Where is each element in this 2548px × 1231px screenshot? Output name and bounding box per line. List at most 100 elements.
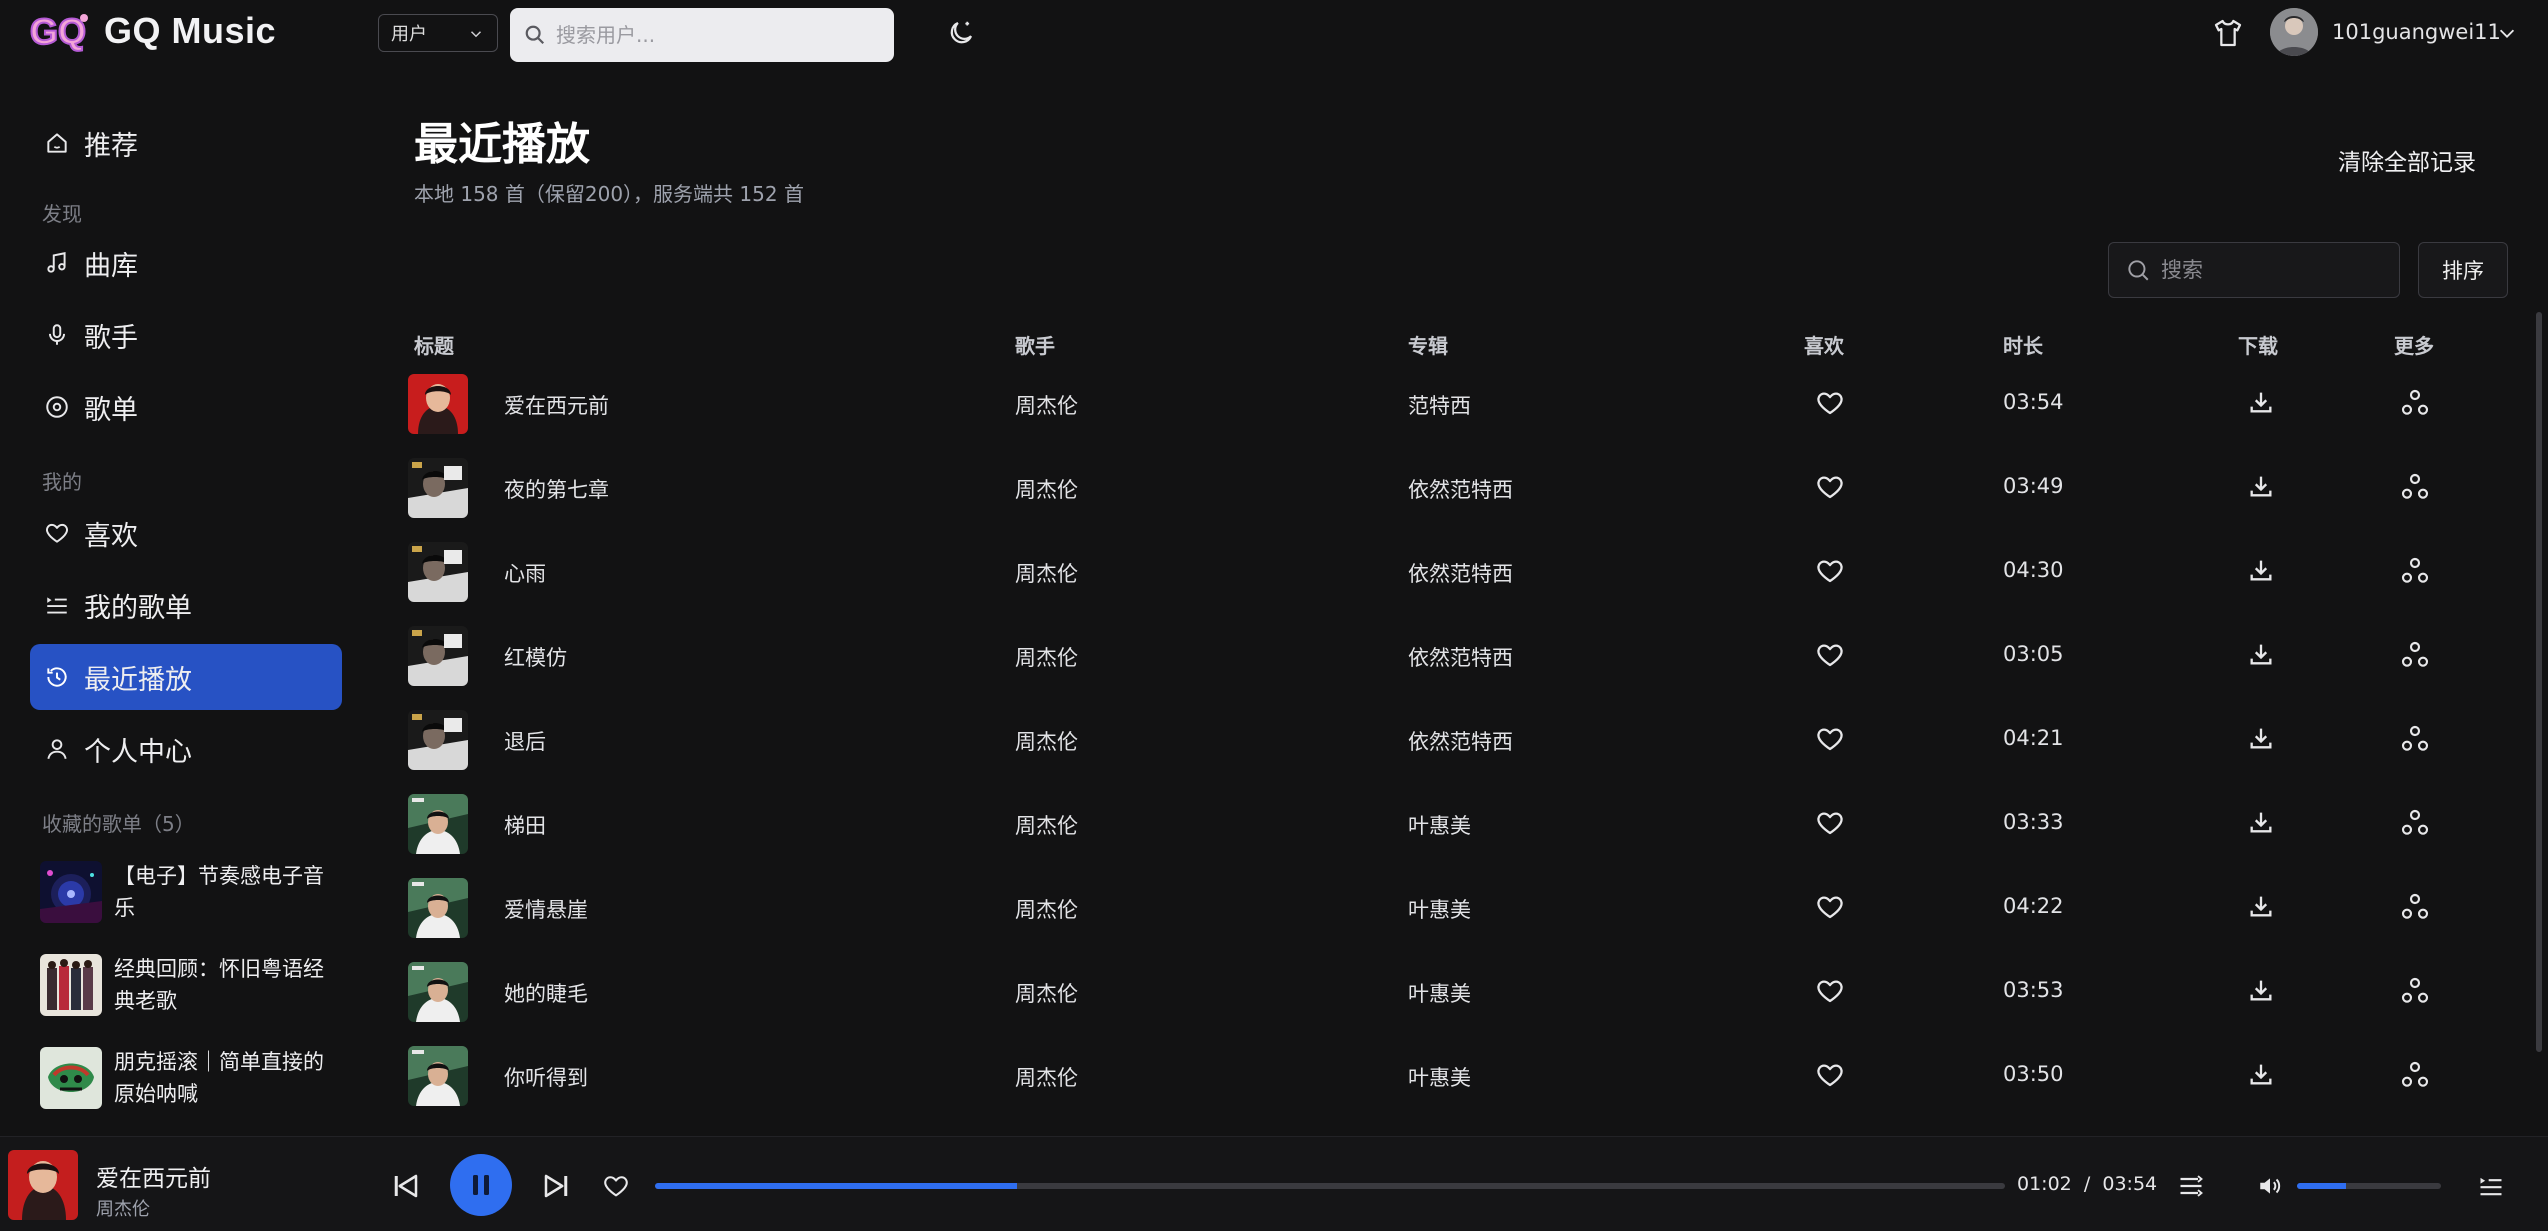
download-icon[interactable] [2247,388,2275,416]
scrollbar[interactable] [2536,312,2542,1052]
song-duration: 03:54 [2003,390,2064,414]
volume-slider[interactable] [2297,1183,2441,1189]
volume-icon[interactable] [2256,1173,2284,1199]
heart-icon[interactable] [1814,472,1846,502]
list-search-box[interactable] [2108,242,2400,298]
column-header-title: 标题 [414,334,454,358]
download-icon[interactable] [2247,892,2275,920]
current-time: 01:02 [2017,1173,2072,1195]
song-album[interactable]: 依然范特西 [1408,726,1513,756]
more-options-icon[interactable] [2399,723,2431,755]
avatar[interactable] [2270,8,2318,56]
song-title[interactable]: 她的睫毛 [504,978,588,1008]
song-duration: 03:49 [2003,474,2064,498]
more-options-icon[interactable] [2399,387,2431,419]
list-search-input[interactable] [2161,258,2381,282]
song-title[interactable]: 梯田 [504,810,546,840]
song-artist[interactable]: 周杰伦 [1015,810,1078,840]
song-table-body: 爱在西元前 周杰伦 范特西 03:54 夜的第七章 周杰伦 依然范特西 03:49 心雨 周杰伦依… [0,360,2548,1136]
now-playing-cover[interactable] [8,1150,78,1220]
song-album[interactable]: 范特西 [1408,390,1471,420]
table-row[interactable]: 你听得到 周杰伦 叶惠美 03:50 [0,1032,2548,1116]
more-options-icon[interactable] [2399,471,2431,503]
heart-icon[interactable] [1814,388,1846,418]
song-title[interactable]: 退后 [504,726,546,756]
download-icon[interactable] [2247,976,2275,1004]
song-duration: 03:50 [2003,1062,2064,1086]
now-playing-title: 爱在西元前 [96,1166,211,1192]
song-album[interactable]: 依然范特西 [1408,642,1513,672]
heart-icon[interactable] [1814,724,1846,754]
sort-button[interactable]: 排序 [2418,242,2508,298]
download-icon[interactable] [2247,640,2275,668]
chevron-down-icon[interactable] [2496,22,2518,44]
download-icon[interactable] [2247,472,2275,500]
song-artist[interactable]: 周杰伦 [1015,894,1078,924]
table-row[interactable]: 心雨 周杰伦 依然范特西 04:30 [0,528,2548,612]
song-album[interactable]: 叶惠美 [1408,1062,1471,1092]
heart-icon[interactable] [1814,976,1846,1006]
song-artist[interactable]: 周杰伦 [1015,978,1078,1008]
clear-history-button[interactable]: 清除全部记录 [2338,143,2476,177]
table-row[interactable]: 夜的第七章 周杰伦 依然范特西 03:49 [0,444,2548,528]
queue-list-icon[interactable] [2476,1172,2506,1200]
download-icon[interactable] [2247,1060,2275,1088]
search-type-select[interactable]: 用户 [378,14,498,52]
table-row[interactable]: 退后 周杰伦 依然范特西 04:21 [0,696,2548,780]
song-album[interactable]: 叶惠美 [1408,810,1471,840]
table-header: 标题 歌手 专辑 喜欢 时长 下载 更多 [0,330,2548,360]
song-artist[interactable]: 周杰伦 [1015,1062,1078,1092]
song-artist[interactable]: 周杰伦 [1015,474,1078,504]
table-row[interactable]: 她的睫毛 周杰伦 叶惠美 03:53 [0,948,2548,1032]
song-title[interactable]: 心雨 [504,558,546,588]
moon-icon[interactable] [946,18,976,48]
song-album[interactable]: 依然范特西 [1408,474,1513,504]
table-row[interactable]: 梯田 周杰伦 叶惠美 03:33 [0,780,2548,864]
playback-progress-bar[interactable] [655,1183,2005,1189]
more-options-icon[interactable] [2399,639,2431,671]
app-logo[interactable]: GQ GQ Music [28,8,276,54]
download-icon[interactable] [2247,556,2275,584]
song-title[interactable]: 爱情悬崖 [504,894,588,924]
song-artist[interactable]: 周杰伦 [1015,558,1078,588]
user-search-input[interactable] [556,23,876,47]
song-artist[interactable]: 周杰伦 [1015,726,1078,756]
song-title[interactable]: 夜的第七章 [504,474,609,504]
song-title[interactable]: 红模仿 [504,642,567,672]
table-row[interactable]: 爱情悬崖 周杰伦 叶惠美 04:22 [0,864,2548,948]
pause-button[interactable] [450,1154,512,1216]
sidebar-item-recommend[interactable]: 推荐 [30,110,342,176]
more-options-icon[interactable] [2399,807,2431,839]
song-album[interactable]: 叶惠美 [1408,978,1471,1008]
now-playing-artist[interactable]: 周杰伦 [96,1195,150,1221]
more-options-icon[interactable] [2399,1059,2431,1091]
download-icon[interactable] [2247,808,2275,836]
table-row[interactable]: 红模仿 周杰伦 依然范特西 03:05 [0,612,2548,696]
album-cover [408,458,468,518]
more-options-icon[interactable] [2399,555,2431,587]
play-mode-icon[interactable] [2176,1172,2206,1200]
song-title[interactable]: 爱在西元前 [504,390,609,420]
song-title[interactable]: 你听得到 [504,1062,588,1092]
heart-icon[interactable] [1814,808,1846,838]
song-album[interactable]: 依然范特西 [1408,558,1513,588]
heart-icon[interactable] [1814,640,1846,670]
more-options-icon[interactable] [2399,975,2431,1007]
song-album[interactable]: 叶惠美 [1408,894,1471,924]
page-subtitle: 本地 158 首（保留200），服务端共 152 首 [414,182,804,206]
sidebar-item-library[interactable]: 曲库 [30,230,342,296]
previous-track-icon[interactable] [390,1171,422,1201]
more-options-icon[interactable] [2399,891,2431,923]
song-artist[interactable]: 周杰伦 [1015,642,1078,672]
skin-shirt-icon[interactable] [2212,17,2244,49]
song-artist[interactable]: 周杰伦 [1015,390,1078,420]
next-track-icon[interactable] [540,1171,572,1201]
heart-icon[interactable] [1814,892,1846,922]
table-row[interactable]: 爱在西元前 周杰伦 范特西 03:54 [0,360,2548,444]
download-icon[interactable] [2247,724,2275,752]
like-icon[interactable] [601,1172,631,1200]
username[interactable]: 101guangwei11 [2332,20,2501,44]
heart-icon[interactable] [1814,556,1846,586]
heart-icon[interactable] [1814,1060,1846,1090]
user-search-box[interactable] [510,8,894,62]
